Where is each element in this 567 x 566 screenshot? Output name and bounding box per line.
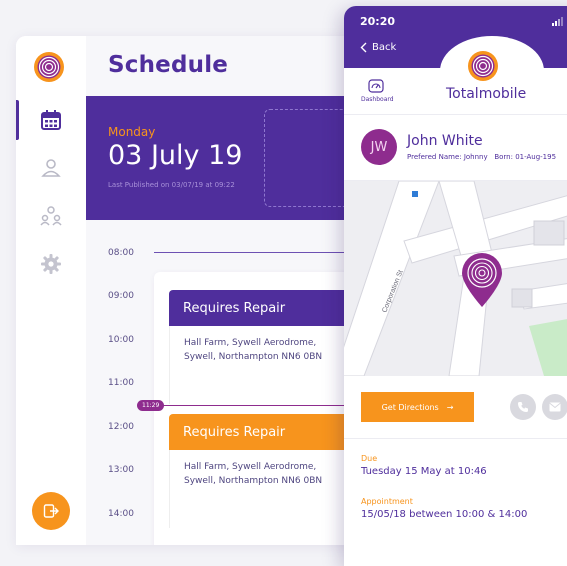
sidebar <box>16 36 87 545</box>
arrow-right-icon: → <box>446 402 454 412</box>
time-label: 13:00 <box>108 465 134 475</box>
date-label: 03 July 19 <box>108 140 243 171</box>
published-note: Last Published on 03/07/19 at 09:22 <box>108 181 235 189</box>
sidebar-item-schedule[interactable] <box>16 98 86 142</box>
day-label: Monday <box>108 125 156 139</box>
appointment-label: Appointment <box>361 497 413 506</box>
time-label: 12:00 <box>108 422 134 432</box>
directions-label: Get Directions <box>381 402 439 412</box>
address-line: Hall Farm, Sywell Aerodrome, <box>184 338 317 348</box>
map-roads: Corporation St <box>344 181 567 376</box>
logout-icon <box>43 504 59 518</box>
due-value: Tuesday 15 May at 10:46 <box>361 466 487 477</box>
sidebar-item-locations[interactable] <box>16 146 86 190</box>
current-time-line <box>160 405 350 406</box>
signal-icon <box>552 17 563 26</box>
phone-icon <box>518 402 528 412</box>
job-title: Requires Repair <box>169 290 354 326</box>
due-label: Due <box>361 454 378 463</box>
status-clock: 20:20 <box>360 15 396 28</box>
page-title: Schedule <box>108 52 229 78</box>
time-label: 10:00 <box>108 335 134 345</box>
mobile-app: 20:20 Back Dashboard Totalmobile JW John… <box>344 6 567 566</box>
time-divider <box>154 252 354 253</box>
map-view[interactable]: Corporation St <box>344 181 567 376</box>
time-label: 08:00 <box>108 248 134 258</box>
time-label: 14:00 <box>108 509 134 519</box>
back-label: Back <box>372 42 397 53</box>
totalmobile-logo <box>468 51 498 81</box>
sidebar-item-team[interactable] <box>16 194 86 238</box>
job-card[interactable]: Requires Repair Hall Farm, Sywell Aerodr… <box>169 290 354 404</box>
dashboard-label: Dashboard <box>361 96 394 103</box>
job-address: Hall Farm, Sywell Aerodrome, Sywell, Nor… <box>169 450 354 528</box>
time-label: 09:00 <box>108 291 134 301</box>
logout-button[interactable] <box>32 492 70 530</box>
avatar: JW <box>361 129 397 165</box>
address-line: Hall Farm, Sywell Aerodrome, <box>184 462 317 472</box>
dashboard-icon[interactable] <box>368 79 384 93</box>
map-pin-icon[interactable] <box>458 251 506 309</box>
chevron-left-icon <box>360 42 367 53</box>
address-line: Sywell, Northampton NN6 0BN <box>184 476 323 486</box>
brand-name: Totalmobile <box>446 86 527 102</box>
mail-icon <box>549 402 561 412</box>
user-name: John White <box>407 133 483 149</box>
calendar-icon <box>41 110 61 130</box>
job-card[interactable]: Requires Repair Hall Farm, Sywell Aerodr… <box>169 414 354 528</box>
time-label: 11:00 <box>108 378 134 388</box>
team-icon <box>40 206 62 226</box>
email-button[interactable] <box>542 394 567 420</box>
call-button[interactable] <box>510 394 536 420</box>
job-title: Requires Repair <box>169 414 354 450</box>
back-button[interactable]: Back <box>360 42 396 53</box>
totalmobile-logo <box>34 52 64 82</box>
appointment-value: 15/05/18 between 10:00 & 14:00 <box>361 509 528 520</box>
address-line: Sywell, Northampton NN6 0BN <box>184 352 323 362</box>
job-address: Hall Farm, Sywell Aerodrome, Sywell, Nor… <box>169 326 354 404</box>
gear-icon <box>41 254 61 274</box>
user-meta: Prefered Name: Johnny Born: 01-Aug-195 <box>407 153 556 161</box>
sidebar-item-settings[interactable] <box>16 242 86 286</box>
current-time-badge: 11:29 <box>137 400 165 411</box>
preferred-name: Prefered Name: Johnny <box>407 153 488 161</box>
get-directions-button[interactable]: Get Directions → <box>361 392 474 422</box>
birth-date: Born: 01-Aug-195 <box>494 153 557 161</box>
map-pin-person-icon <box>41 159 61 177</box>
